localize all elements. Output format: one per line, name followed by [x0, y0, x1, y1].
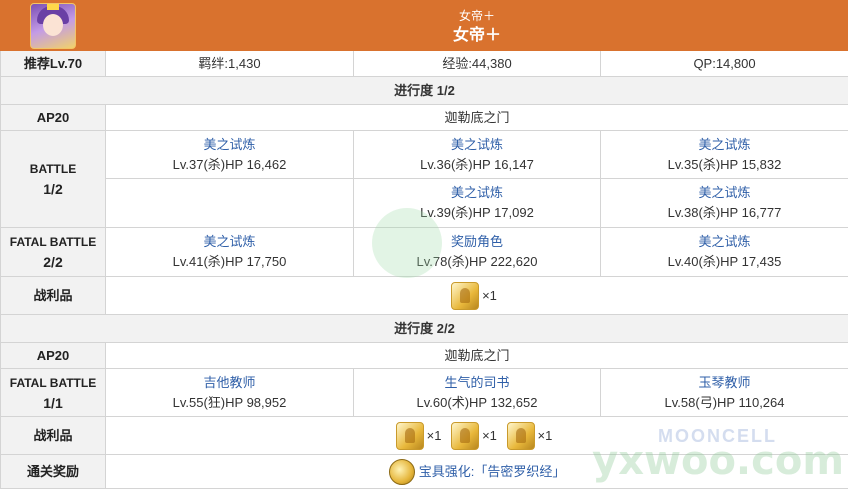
enemy-cell: 美之试炼 Lv.39(杀)HP 17,092: [353, 178, 601, 228]
clear-reward-text[interactable]: 宝具强化:「告密罗织经」: [419, 464, 566, 479]
loot-qty: ×1: [537, 427, 553, 443]
enemy-stats: Lv.39(杀)HP 17,092: [420, 205, 534, 220]
qp-value: QP:14,800: [599, 50, 848, 77]
gold-statue-icon[interactable]: [506, 421, 535, 450]
recommended-level: 推荐Lv.70: [0, 50, 106, 77]
enemy-name[interactable]: 奖励角色: [354, 232, 600, 252]
fatal-battle-wave: 1/1: [43, 394, 63, 411]
fatal-battle-wave: 2/2: [43, 254, 63, 270]
loot-qty: ×1: [482, 427, 497, 443]
loot-label: 战利品: [0, 416, 106, 455]
battle-row-1: BATTLE 1/2 美之试炼 Lv.37(杀)HP 16,462 美之试炼 L…: [0, 130, 848, 228]
enemy-name[interactable]: 美之试炼: [354, 135, 600, 155]
gold-statue-icon[interactable]: [451, 421, 480, 450]
enemy-stats: Lv.55(狂)HP 98,952: [172, 394, 287, 410]
progress-label: 进行度 1/2: [0, 76, 848, 105]
header-row: 女帝＋ 女帝＋: [0, 0, 848, 51]
enemy-stats: Lv.60(术)HP 132,652: [416, 394, 538, 410]
enemy-stats: Lv.36(杀)HP 16,147: [420, 156, 534, 172]
enemy-name[interactable]: 美之试炼: [106, 135, 353, 155]
loot-label: 战利品: [0, 276, 106, 315]
enemy-cell: 美之试炼 Lv.35(杀)HP 15,832: [599, 130, 848, 179]
fatal-battle-row-2: FATAL BATTLE 1/1 吉他教师 Lv.55(狂)HP 98,952 …: [0, 368, 848, 417]
enemy-name[interactable]: 玉琴教师: [601, 373, 848, 393]
enemy-name[interactable]: 美之试炼: [354, 183, 600, 203]
loot-row-2: 战利品 ×1 ×1 ×1: [0, 416, 848, 455]
enemy-cell: 玉琴教师 Lv.58(弓)HP 110,264: [599, 368, 848, 417]
quest-title-cell: 女帝＋ 女帝＋: [104, 0, 848, 51]
ap-label: AP20: [0, 104, 106, 131]
info-row: 推荐Lv.70 羁绊:1,430 经验:44,380 QP:14,800: [0, 50, 848, 77]
enemy-cell: 生气的司书 Lv.60(术)HP 132,652: [353, 368, 601, 417]
fatal-battle-text: FATAL BATTLE: [9, 375, 97, 390]
gold-statue-icon[interactable]: [451, 281, 480, 310]
loot-cell: ×1 ×1 ×1: [104, 416, 848, 455]
enemy-name[interactable]: 美之试炼: [601, 135, 848, 155]
loot-qty: ×1: [482, 287, 497, 303]
fatal-battle-row-1: FATAL BATTLE 2/2 美之试炼 Lv.41(杀)HP 17,750 …: [0, 227, 848, 277]
enemy-name[interactable]: 美之试炼: [601, 232, 848, 252]
enemy-name[interactable]: 美之试炼: [106, 232, 353, 252]
loot-row-1: 战利品 ×1: [0, 276, 848, 315]
enemy-stats: Lv.37(杀)HP 16,462: [172, 156, 287, 172]
ap-row-1: AP20 迦勒底之门: [0, 104, 848, 131]
enemy-stats: Lv.35(杀)HP 15,832: [667, 156, 782, 172]
enemy-stats: Lv.58(弓)HP 110,264: [664, 394, 785, 410]
clear-reward-cell: 宝具强化:「告密罗织经」: [104, 454, 848, 489]
enemy-stats: Lv.78(杀)HP 222,620: [416, 254, 538, 269]
enemy-stats: Lv.41(杀)HP 17,750: [172, 254, 287, 269]
enemy-cell: 美之试炼 Lv.37(杀)HP 16,462: [105, 130, 354, 179]
servant-avatar: [30, 2, 76, 49]
battle-label: BATTLE 1/2: [0, 130, 106, 228]
empty-enemy-cell: [105, 178, 354, 228]
ap-label: AP20: [0, 342, 106, 369]
loot-qty: ×1: [426, 427, 442, 443]
enemy-cell: 吉他教师 Lv.55(狂)HP 98,952: [105, 368, 354, 417]
battle-wave: 1/2: [43, 181, 63, 197]
enemy-stats: Lv.38(杀)HP 16,777: [667, 205, 782, 220]
fatal-battle-text: FATAL BATTLE: [9, 235, 97, 249]
clear-reward-row: 通关奖励 宝具强化:「告密罗织经」: [0, 454, 848, 489]
ap-row-2: AP20 迦勒底之门: [0, 342, 848, 369]
exp-value: 经验:44,380: [353, 50, 601, 77]
enemy-cell: 美之试炼 Lv.38(杀)HP 16,777: [599, 178, 848, 228]
battle-row-2: 美之试炼 Lv.39(杀)HP 17,092 美之试炼 Lv.38(杀)HP 1…: [1, 178, 848, 228]
quest-table: 女帝＋ 女帝＋ 推荐Lv.70 羁绊:1,430 经验:44,380 QP:14…: [0, 0, 848, 489]
enemy-cell: 美之试炼 Lv.41(杀)HP 17,750: [105, 227, 354, 277]
loot-cell: ×1: [104, 276, 848, 315]
enemy-name[interactable]: 吉他教师: [106, 373, 353, 393]
progress-label: 进行度 2/2: [0, 314, 848, 343]
progress-row-1: 进行度 1/2: [0, 76, 848, 105]
noble-phantasm-medal-icon: [388, 458, 415, 485]
enemy-name[interactable]: 美之试炼: [601, 183, 848, 203]
quest-subtitle: 女帝＋: [459, 8, 496, 23]
enemy-cell: 美之试炼 Lv.40(杀)HP 17,435: [599, 227, 848, 277]
clear-reward-label: 通关奖励: [0, 454, 106, 489]
fatal-battle-label: FATAL BATTLE 2/2: [0, 227, 106, 277]
fatal-battle-label: FATAL BATTLE 1/1: [0, 368, 106, 417]
enemy-cell: 奖励角色 Lv.78(杀)HP 222,620: [353, 227, 601, 277]
enemy-stats: Lv.40(杀)HP 17,435: [667, 254, 782, 269]
bond-value: 羁绊:1,430: [105, 50, 354, 77]
enemy-cell: 美之试炼 Lv.36(杀)HP 16,147: [353, 130, 601, 179]
battle-label-text: BATTLE: [29, 162, 77, 176]
quest-title: 女帝＋: [453, 26, 502, 44]
enemy-name[interactable]: 生气的司书: [354, 373, 600, 393]
location-name: 迦勒底之门: [104, 342, 848, 369]
gold-statue-icon[interactable]: [395, 421, 424, 450]
progress-row-2: 进行度 2/2: [0, 314, 848, 343]
avatar-cell: [0, 0, 106, 51]
location-name: 迦勒底之门: [104, 104, 848, 131]
